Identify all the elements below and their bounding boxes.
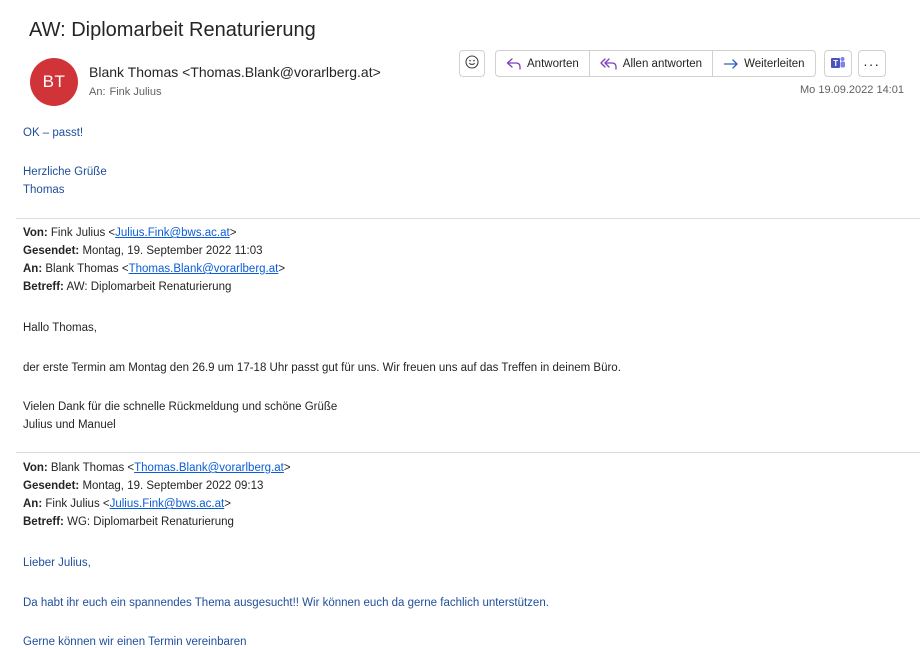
subject-label: Betreff: <box>23 281 64 293</box>
sent-label: Gesendet: <box>23 245 80 257</box>
emoji-button[interactable] <box>459 50 485 77</box>
quote2-sent: Gesendet: Montag, 19. September 2022 09:… <box>23 480 263 492</box>
reply-label: Antworten <box>527 57 579 70</box>
to-label: An: <box>23 263 43 275</box>
reply-icon <box>506 57 522 70</box>
quote2-to: An: Fink Julius <Julius.Fink@bws.ac.at> <box>23 498 231 510</box>
from-name: Fink Julius < <box>50 227 116 239</box>
from-email-link[interactable]: Julius.Fink@bws.ac.at <box>115 227 230 239</box>
recipient-line: An: Fink Julius <box>89 86 161 98</box>
svg-text:T: T <box>833 59 838 68</box>
email-subject: AW: Diplomarbeit Renaturierung <box>29 19 316 41</box>
quote2-paragraph-cut: Gerne können wir einen Termin vereinbare… <box>23 636 247 648</box>
sender-name[interactable]: Blank Thomas <Thomas.Blank@vorarlberg.at… <box>89 64 381 80</box>
quote2-paragraph: Da habt ihr euch ein spannendes Thema au… <box>23 597 549 609</box>
to-name: Fink Julius < <box>45 498 110 510</box>
quote1-sent: Gesendet: Montag, 19. September 2022 11:… <box>23 245 263 257</box>
quote1-salutation: Hallo Thomas, <box>23 322 97 334</box>
reply-all-button[interactable]: Allen antworten <box>589 50 714 77</box>
emoji-icon <box>465 55 479 72</box>
subject-value: WG: Diplomarbeit Renaturierung <box>67 516 234 528</box>
from-label: Von: <box>23 462 48 474</box>
quote1-closing: Vielen Dank für die schnelle Rückmeldung… <box>23 401 338 413</box>
to-label: An: <box>89 86 106 98</box>
recipient-name[interactable]: Fink Julius <box>110 86 162 98</box>
to-name: Blank Thomas < <box>45 263 129 275</box>
teams-button[interactable]: T <box>823 50 852 77</box>
forward-button[interactable]: Weiterleiten <box>713 50 816 77</box>
from-end: > <box>283 462 291 474</box>
reply-all-icon <box>600 57 618 70</box>
to-email-link[interactable]: Julius.Fink@bws.ac.at <box>110 498 225 510</box>
from-name: Blank Thomas < <box>50 462 135 474</box>
reply-line: OK – passt! <box>23 127 84 139</box>
sent-value: Montag, 19. September 2022 11:03 <box>82 245 263 257</box>
teams-icon: T <box>830 55 846 73</box>
quote1-paragraph: der erste Termin am Montag den 26.9 um 1… <box>23 362 621 374</box>
quote-separator <box>16 218 920 219</box>
from-email-link[interactable]: Thomas.Blank@vorarlberg.at <box>134 462 284 474</box>
forward-label: Weiterleiten <box>744 57 805 70</box>
to-email-link[interactable]: Thomas.Blank@vorarlberg.at <box>129 263 279 275</box>
from-end: > <box>229 227 237 239</box>
sent-label: Gesendet: <box>23 480 80 492</box>
quote1-from: Von: Fink Julius <Julius.Fink@bws.ac.at> <box>23 227 236 239</box>
reply-signature: Thomas <box>23 184 65 196</box>
to-end: > <box>224 498 231 510</box>
more-icon: ··· <box>863 55 881 72</box>
quote1-subject: Betreff: AW: Diplomarbeit Renaturierung <box>23 281 231 293</box>
quote-separator <box>16 452 920 453</box>
avatar-initials: BT <box>42 72 66 91</box>
forward-icon <box>723 58 739 70</box>
message-toolbar: Antworten Allen antworten Weiterleiten T… <box>459 50 886 77</box>
reply-all-label: Allen antworten <box>622 57 703 70</box>
subject-label: Betreff: <box>23 516 64 528</box>
to-label: An: <box>23 498 43 510</box>
quote1-to: An: Blank Thomas <Thomas.Blank@vorarlber… <box>23 263 285 275</box>
quote2-subject: Betreff: WG: Diplomarbeit Renaturierung <box>23 516 234 528</box>
quote2-from: Von: Blank Thomas <Thomas.Blank@vorarlbe… <box>23 462 291 474</box>
quote1-signature: Julius und Manuel <box>23 419 116 431</box>
sent-value: Montag, 19. September 2022 09:13 <box>82 480 264 492</box>
reply-button[interactable]: Antworten <box>495 50 590 77</box>
avatar[interactable]: BT <box>30 58 78 106</box>
subject-value: AW: Diplomarbeit Renaturierung <box>66 281 232 293</box>
received-date: Mo 19.09.2022 14:01 <box>800 84 904 96</box>
more-actions-button[interactable]: ··· <box>857 50 886 77</box>
to-end: > <box>278 263 286 275</box>
from-label: Von: <box>23 227 48 239</box>
reply-greeting: Herzliche Grüße <box>23 166 107 178</box>
quote2-salutation: Lieber Julius, <box>23 557 91 569</box>
